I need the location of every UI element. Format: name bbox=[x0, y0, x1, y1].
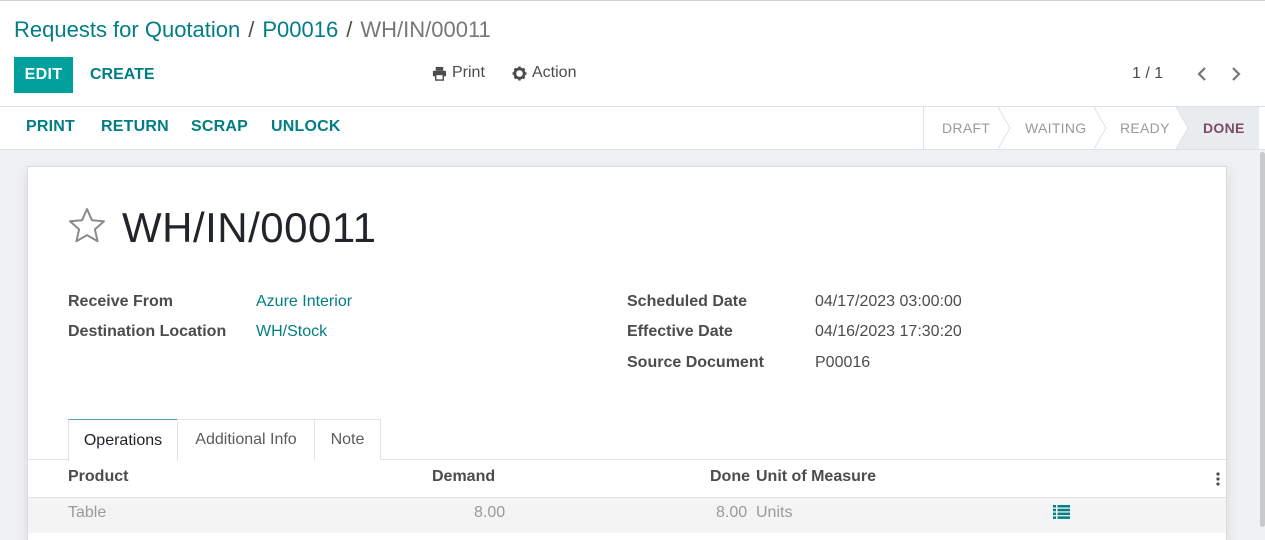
scrap-button[interactable]: SCRAP bbox=[191, 118, 248, 136]
tab-additional-info[interactable]: Additional Info bbox=[177, 419, 315, 460]
breadcrumb-separator: / bbox=[346, 17, 353, 42]
gear-icon bbox=[512, 65, 527, 81]
detailed-operations-icon[interactable] bbox=[1053, 505, 1070, 519]
chevron-left-icon bbox=[1197, 67, 1206, 81]
return-button[interactable]: RETURN bbox=[101, 118, 169, 136]
row-done: 8.00 bbox=[716, 504, 748, 521]
column-header-uom[interactable]: Unit of Measure bbox=[756, 468, 876, 486]
stage-separator bbox=[1094, 107, 1107, 149]
tab-note[interactable]: Note bbox=[314, 419, 381, 460]
print-label: Print bbox=[452, 64, 485, 81]
record-title: WH/IN/00011 bbox=[122, 204, 377, 251]
source-document-value: P00016 bbox=[815, 354, 871, 371]
scheduled-date-value: 04/17/2023 03:00:00 bbox=[815, 293, 962, 310]
tab-operations[interactable]: Operations bbox=[68, 419, 178, 461]
statusbar: PRINT RETURN SCRAP UNLOCK DRAFT WAITING … bbox=[0, 107, 1265, 150]
star-icon[interactable] bbox=[67, 206, 107, 246]
stage-ready[interactable]: READY bbox=[1120, 107, 1170, 149]
action-label: Action bbox=[532, 64, 577, 81]
breadcrumb-rfq[interactable]: Requests for Quotation bbox=[14, 17, 240, 42]
stage-waiting[interactable]: WAITING bbox=[1025, 107, 1086, 149]
column-header-demand[interactable]: Demand bbox=[432, 468, 495, 486]
create-button[interactable]: CREATE bbox=[78, 57, 167, 93]
chevron-right-icon bbox=[1232, 67, 1241, 81]
scheduled-date-label: Scheduled Date bbox=[627, 293, 748, 310]
column-header-product[interactable]: Product bbox=[68, 468, 128, 486]
print-button[interactable]: PRINT bbox=[26, 118, 75, 136]
form-sheet: WH/IN/00011 Receive From Azure Interior … bbox=[27, 166, 1227, 540]
row-uom: Units bbox=[756, 504, 793, 521]
unlock-button[interactable]: UNLOCK bbox=[271, 118, 341, 136]
row-demand: 8.00 bbox=[474, 504, 506, 521]
pager-previous-button[interactable] bbox=[1192, 63, 1212, 85]
effective-date-label: Effective Date bbox=[627, 323, 733, 340]
stage-draft[interactable]: DRAFT bbox=[942, 107, 990, 149]
destination-location-label: Destination Location bbox=[68, 323, 227, 340]
action-menu[interactable]: Action bbox=[512, 64, 576, 82]
receive-from-value[interactable]: Azure Interior bbox=[256, 293, 352, 311]
breadcrumb: Requests for Quotation / P00016 / WH/IN/0001… bbox=[14, 17, 491, 43]
table-row[interactable] bbox=[28, 498, 1226, 533]
stage-separator bbox=[998, 107, 1011, 149]
stage-done: DONE bbox=[1203, 120, 1245, 136]
edit-button[interactable]: EDIT bbox=[14, 57, 73, 93]
pager-value[interactable]: 1 / 1 bbox=[1132, 65, 1163, 83]
optional-columns-icon[interactable] bbox=[1214, 471, 1222, 487]
scrollbar-thumb[interactable] bbox=[1260, 152, 1265, 527]
pager-next-button[interactable] bbox=[1226, 63, 1246, 85]
destination-location-value[interactable]: WH/Stock bbox=[256, 323, 327, 341]
source-document-label: Source Document bbox=[627, 354, 764, 371]
receive-from-label: Receive From bbox=[68, 293, 173, 310]
stage-bar: DRAFT WAITING READY DONE bbox=[923, 107, 1259, 149]
breadcrumb-separator: / bbox=[248, 17, 255, 42]
row-product: Table bbox=[68, 504, 107, 521]
stage-separator bbox=[1176, 107, 1189, 149]
printer-icon bbox=[432, 66, 447, 81]
column-header-done[interactable]: Done bbox=[710, 468, 750, 486]
breadcrumb-current: WH/IN/00011 bbox=[360, 17, 491, 42]
control-panel: Requests for Quotation / P00016 / WH/IN/0001… bbox=[0, 1, 1265, 107]
breadcrumb-po[interactable]: P00016 bbox=[262, 17, 338, 42]
print-menu[interactable]: Print bbox=[432, 64, 485, 82]
effective-date-value: 04/16/2023 17:30:20 bbox=[815, 323, 962, 340]
